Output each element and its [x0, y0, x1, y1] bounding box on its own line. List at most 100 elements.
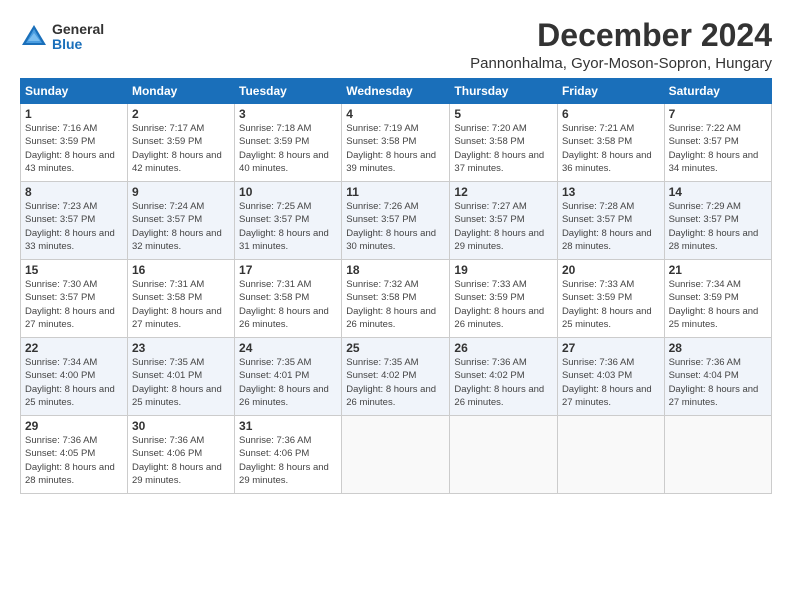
logo-blue-text: Blue: [52, 37, 104, 52]
day-info: Sunrise: 7:19 AMSunset: 3:58 PMDaylight:…: [346, 123, 436, 174]
subtitle: Pannonhalma, Gyor-Moson-Sopron, Hungary: [470, 55, 772, 72]
day-info: Sunrise: 7:30 AMSunset: 3:57 PMDaylight:…: [25, 279, 115, 330]
cell-week1-day6: 7 Sunrise: 7:22 AMSunset: 3:57 PMDayligh…: [664, 104, 771, 182]
logo-text: General Blue: [52, 22, 104, 53]
day-info: Sunrise: 7:33 AMSunset: 3:59 PMDaylight:…: [454, 279, 544, 330]
cell-week2-day3: 11 Sunrise: 7:26 AMSunset: 3:57 PMDaylig…: [342, 182, 450, 260]
day-info: Sunrise: 7:18 AMSunset: 3:59 PMDaylight:…: [239, 123, 329, 174]
day-info: Sunrise: 7:36 AMSunset: 4:02 PMDaylight:…: [454, 357, 544, 408]
day-number: 25: [346, 341, 445, 355]
day-info: Sunrise: 7:36 AMSunset: 4:06 PMDaylight:…: [239, 435, 329, 486]
day-number: 1: [25, 107, 123, 121]
day-info: Sunrise: 7:29 AMSunset: 3:57 PMDaylight:…: [669, 201, 759, 252]
logo: General Blue: [20, 22, 104, 53]
day-number: 8: [25, 185, 123, 199]
calendar-page: General Blue December 2024 Pannonhalma, …: [0, 0, 792, 612]
cell-week4-day1: 23 Sunrise: 7:35 AMSunset: 4:01 PMDaylig…: [127, 338, 234, 416]
cell-week2-day1: 9 Sunrise: 7:24 AMSunset: 3:57 PMDayligh…: [127, 182, 234, 260]
header-row: Sunday Monday Tuesday Wednesday Thursday…: [21, 79, 772, 104]
day-info: Sunrise: 7:21 AMSunset: 3:58 PMDaylight:…: [562, 123, 652, 174]
day-number: 16: [132, 263, 230, 277]
day-number: 15: [25, 263, 123, 277]
day-number: 27: [562, 341, 660, 355]
cell-week1-day4: 5 Sunrise: 7:20 AMSunset: 3:58 PMDayligh…: [450, 104, 558, 182]
day-number: 18: [346, 263, 445, 277]
day-number: 9: [132, 185, 230, 199]
day-number: 11: [346, 185, 445, 199]
day-number: 14: [669, 185, 767, 199]
day-number: 5: [454, 107, 553, 121]
cell-week1-day1: 2 Sunrise: 7:17 AMSunset: 3:59 PMDayligh…: [127, 104, 234, 182]
day-info: Sunrise: 7:23 AMSunset: 3:57 PMDaylight:…: [25, 201, 115, 252]
day-number: 21: [669, 263, 767, 277]
cell-week1-day3: 4 Sunrise: 7:19 AMSunset: 3:58 PMDayligh…: [342, 104, 450, 182]
cell-week2-day5: 13 Sunrise: 7:28 AMSunset: 3:57 PMDaylig…: [557, 182, 664, 260]
day-info: Sunrise: 7:26 AMSunset: 3:57 PMDaylight:…: [346, 201, 436, 252]
cell-week3-day1: 16 Sunrise: 7:31 AMSunset: 3:58 PMDaylig…: [127, 260, 234, 338]
logo-general-text: General: [52, 22, 104, 37]
day-number: 12: [454, 185, 553, 199]
day-number: 24: [239, 341, 337, 355]
cell-week4-day5: 27 Sunrise: 7:36 AMSunset: 4:03 PMDaylig…: [557, 338, 664, 416]
cell-week5-day5: [557, 416, 664, 494]
cell-week5-day6: [664, 416, 771, 494]
cell-week1-day2: 3 Sunrise: 7:18 AMSunset: 3:59 PMDayligh…: [235, 104, 342, 182]
cell-week3-day6: 21 Sunrise: 7:34 AMSunset: 3:59 PMDaylig…: [664, 260, 771, 338]
day-info: Sunrise: 7:35 AMSunset: 4:01 PMDaylight:…: [239, 357, 329, 408]
day-number: 13: [562, 185, 660, 199]
week-row-5: 29 Sunrise: 7:36 AMSunset: 4:05 PMDaylig…: [21, 416, 772, 494]
header: General Blue December 2024 Pannonhalma, …: [20, 18, 772, 72]
day-info: Sunrise: 7:33 AMSunset: 3:59 PMDaylight:…: [562, 279, 652, 330]
col-sunday: Sunday: [21, 79, 128, 104]
day-info: Sunrise: 7:17 AMSunset: 3:59 PMDaylight:…: [132, 123, 222, 174]
day-info: Sunrise: 7:20 AMSunset: 3:58 PMDaylight:…: [454, 123, 544, 174]
week-row-3: 15 Sunrise: 7:30 AMSunset: 3:57 PMDaylig…: [21, 260, 772, 338]
col-tuesday: Tuesday: [235, 79, 342, 104]
cell-week4-day4: 26 Sunrise: 7:36 AMSunset: 4:02 PMDaylig…: [450, 338, 558, 416]
day-info: Sunrise: 7:16 AMSunset: 3:59 PMDaylight:…: [25, 123, 115, 174]
col-friday: Friday: [557, 79, 664, 104]
day-number: 31: [239, 419, 337, 433]
title-block: December 2024 Pannonhalma, Gyor-Moson-So…: [470, 18, 772, 72]
cell-week4-day0: 22 Sunrise: 7:34 AMSunset: 4:00 PMDaylig…: [21, 338, 128, 416]
cell-week3-day2: 17 Sunrise: 7:31 AMSunset: 3:58 PMDaylig…: [235, 260, 342, 338]
day-number: 19: [454, 263, 553, 277]
cell-week5-day3: [342, 416, 450, 494]
day-number: 28: [669, 341, 767, 355]
logo-icon: [20, 23, 48, 51]
cell-week5-day2: 31 Sunrise: 7:36 AMSunset: 4:06 PMDaylig…: [235, 416, 342, 494]
cell-week4-day3: 25 Sunrise: 7:35 AMSunset: 4:02 PMDaylig…: [342, 338, 450, 416]
day-number: 7: [669, 107, 767, 121]
day-number: 10: [239, 185, 337, 199]
day-number: 23: [132, 341, 230, 355]
day-number: 4: [346, 107, 445, 121]
day-number: 22: [25, 341, 123, 355]
cell-week2-day0: 8 Sunrise: 7:23 AMSunset: 3:57 PMDayligh…: [21, 182, 128, 260]
calendar-table: Sunday Monday Tuesday Wednesday Thursday…: [20, 78, 772, 494]
col-monday: Monday: [127, 79, 234, 104]
day-info: Sunrise: 7:36 AMSunset: 4:04 PMDaylight:…: [669, 357, 759, 408]
day-info: Sunrise: 7:36 AMSunset: 4:03 PMDaylight:…: [562, 357, 652, 408]
day-number: 2: [132, 107, 230, 121]
day-number: 20: [562, 263, 660, 277]
cell-week2-day6: 14 Sunrise: 7:29 AMSunset: 3:57 PMDaylig…: [664, 182, 771, 260]
day-info: Sunrise: 7:31 AMSunset: 3:58 PMDaylight:…: [132, 279, 222, 330]
day-number: 26: [454, 341, 553, 355]
day-info: Sunrise: 7:25 AMSunset: 3:57 PMDaylight:…: [239, 201, 329, 252]
col-wednesday: Wednesday: [342, 79, 450, 104]
cell-week3-day0: 15 Sunrise: 7:30 AMSunset: 3:57 PMDaylig…: [21, 260, 128, 338]
cell-week3-day5: 20 Sunrise: 7:33 AMSunset: 3:59 PMDaylig…: [557, 260, 664, 338]
day-info: Sunrise: 7:34 AMSunset: 3:59 PMDaylight:…: [669, 279, 759, 330]
cell-week3-day4: 19 Sunrise: 7:33 AMSunset: 3:59 PMDaylig…: [450, 260, 558, 338]
day-number: 30: [132, 419, 230, 433]
day-number: 6: [562, 107, 660, 121]
cell-week1-day0: 1 Sunrise: 7:16 AMSunset: 3:59 PMDayligh…: [21, 104, 128, 182]
week-row-1: 1 Sunrise: 7:16 AMSunset: 3:59 PMDayligh…: [21, 104, 772, 182]
day-info: Sunrise: 7:24 AMSunset: 3:57 PMDaylight:…: [132, 201, 222, 252]
cell-week5-day1: 30 Sunrise: 7:36 AMSunset: 4:06 PMDaylig…: [127, 416, 234, 494]
day-number: 17: [239, 263, 337, 277]
day-info: Sunrise: 7:32 AMSunset: 3:58 PMDaylight:…: [346, 279, 436, 330]
day-info: Sunrise: 7:36 AMSunset: 4:06 PMDaylight:…: [132, 435, 222, 486]
day-info: Sunrise: 7:35 AMSunset: 4:01 PMDaylight:…: [132, 357, 222, 408]
week-row-2: 8 Sunrise: 7:23 AMSunset: 3:57 PMDayligh…: [21, 182, 772, 260]
